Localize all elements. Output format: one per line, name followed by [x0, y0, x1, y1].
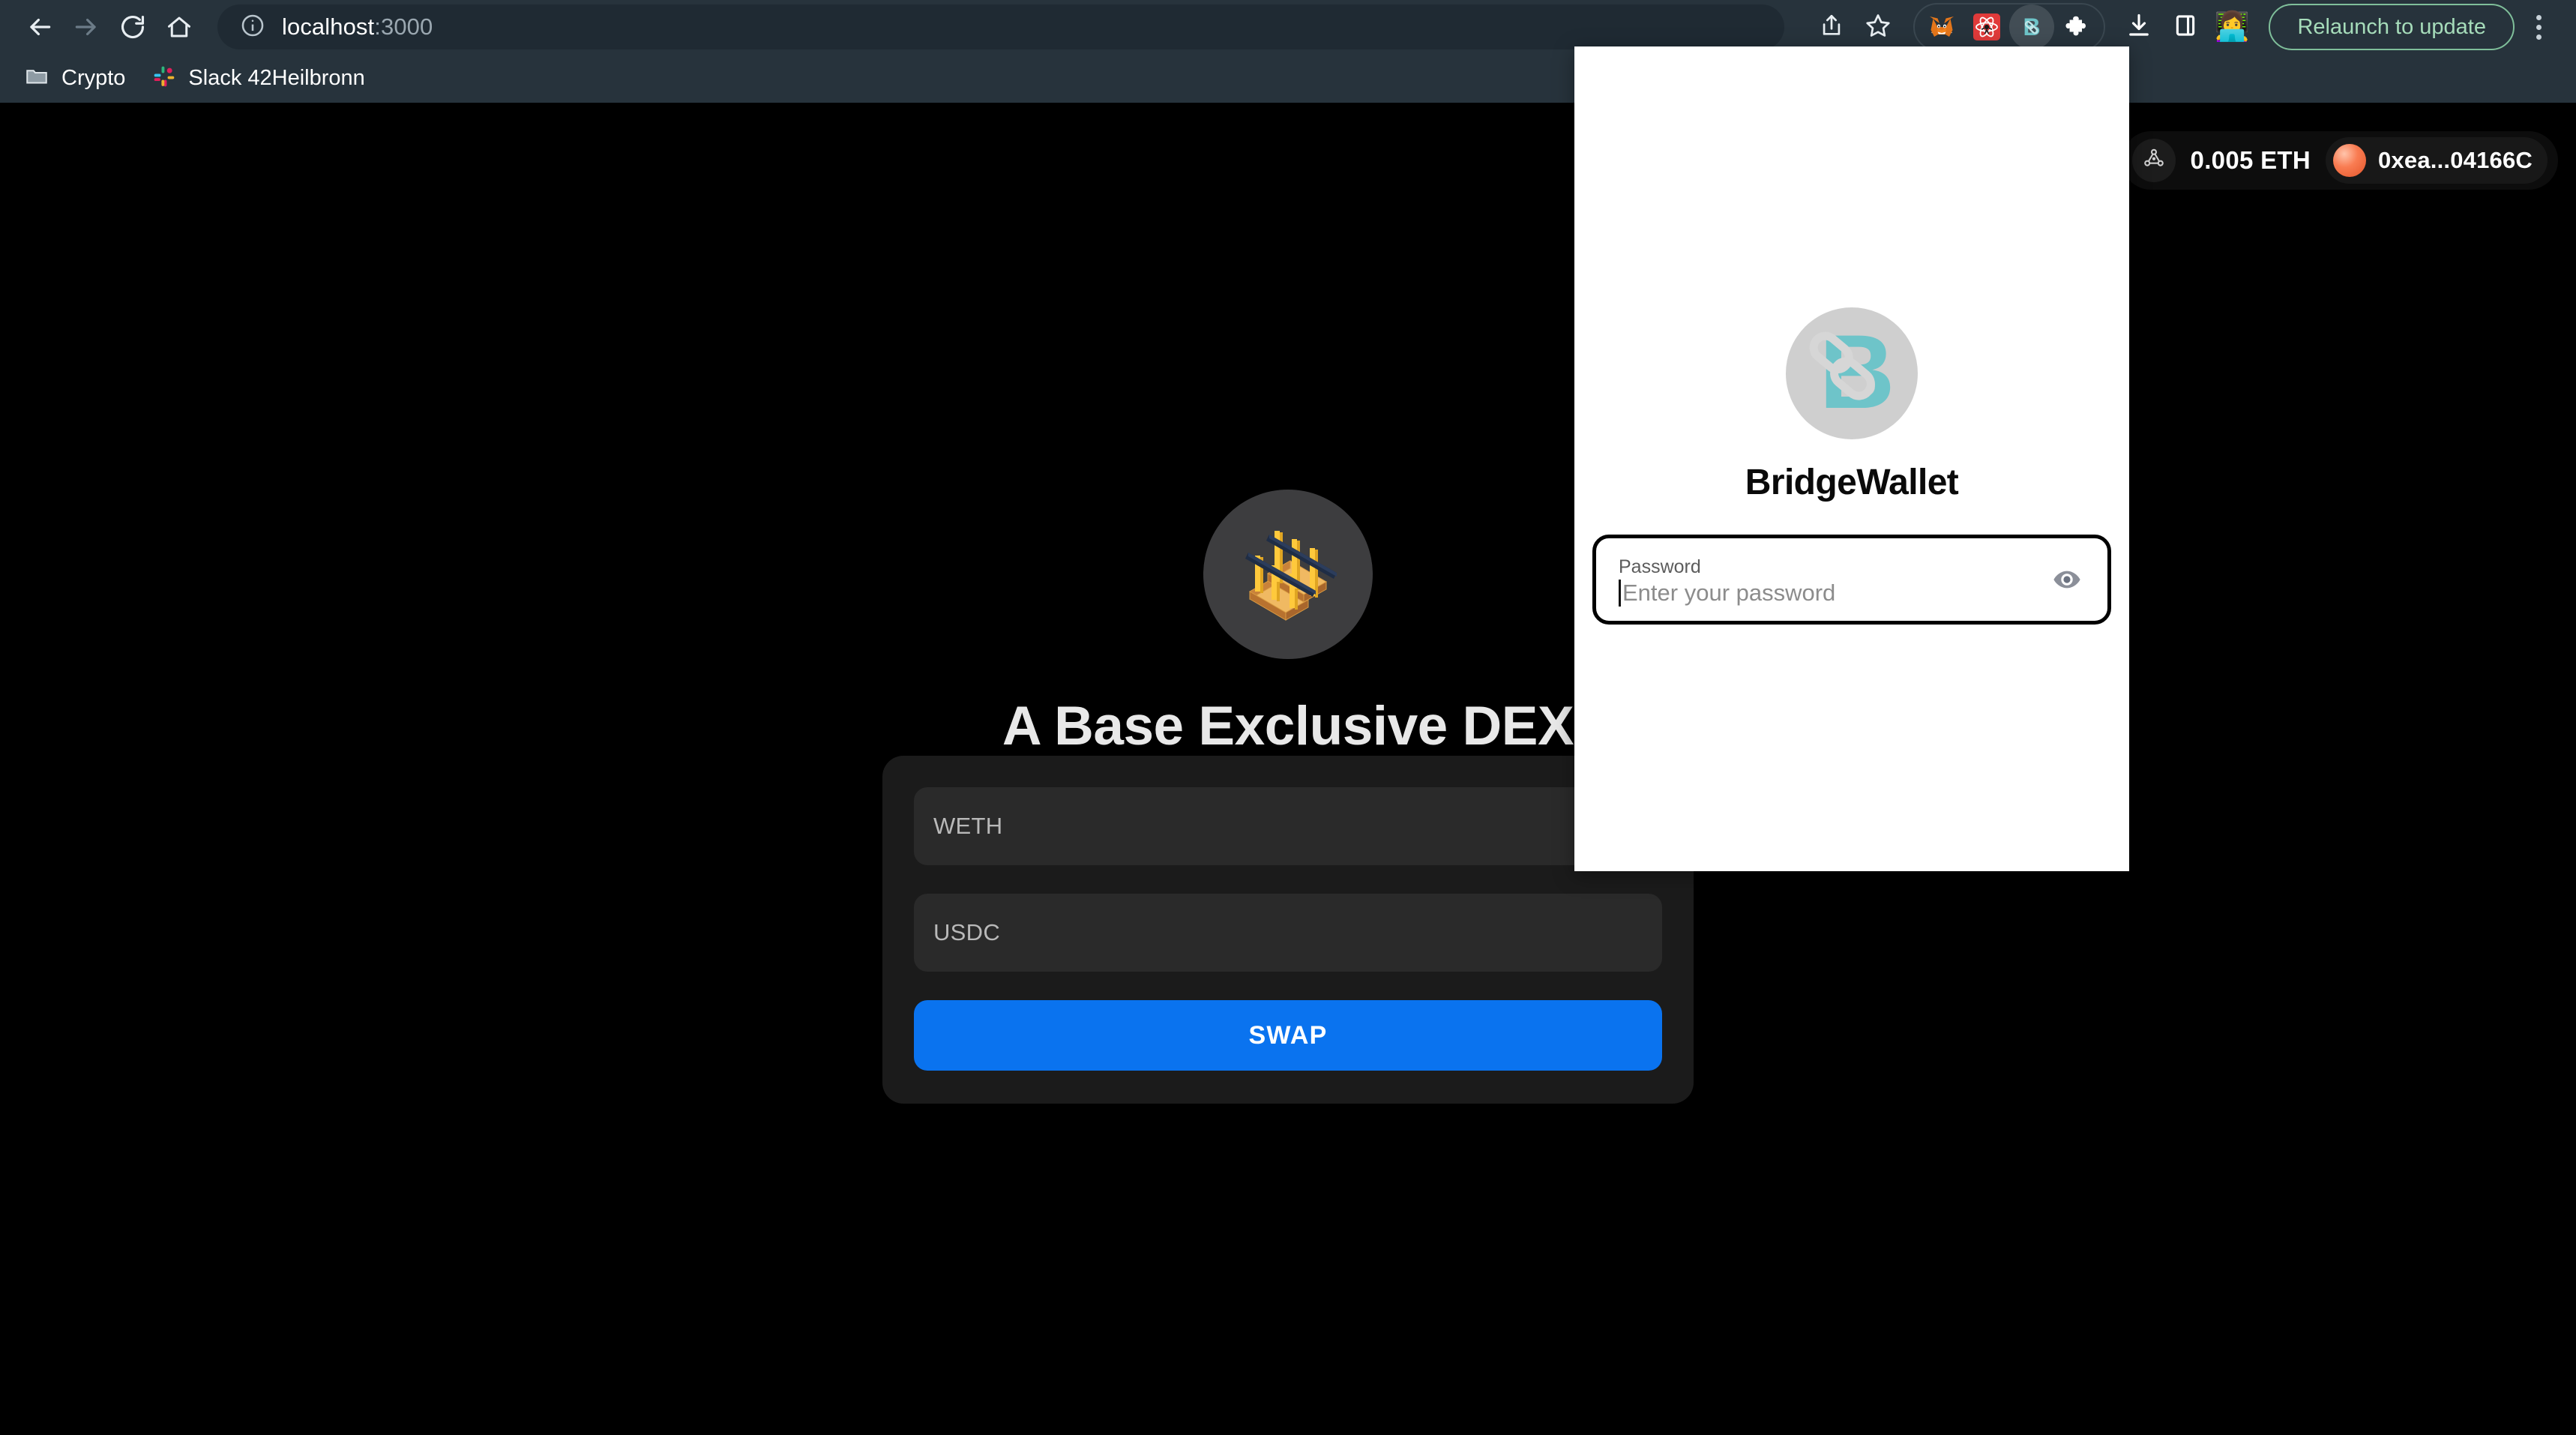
- share-icon: [1819, 13, 1844, 42]
- star-icon: [1865, 12, 1892, 43]
- from-token-field[interactable]: WETH: [914, 787, 1662, 865]
- to-token-label: USDC: [933, 919, 1001, 945]
- swap-button-label: SWAP: [1248, 1020, 1328, 1050]
- three-dot-menu-icon: [2536, 14, 2542, 20]
- bridge-illustration-icon: [1203, 490, 1373, 659]
- address-bar[interactable]: localhost:3000: [217, 4, 1784, 49]
- react-devtools-extension-icon[interactable]: [1964, 4, 2009, 49]
- from-token-label: WETH: [933, 813, 1003, 839]
- forward-arrow-icon: [72, 13, 100, 41]
- password-field[interactable]: Password Enter your password: [1592, 535, 2111, 625]
- side-panel-button[interactable]: [2162, 4, 2209, 50]
- swap-card: WETH USDC SWAP: [882, 756, 1694, 1104]
- forward-button[interactable]: [63, 4, 109, 50]
- wallet-title: BridgeWallet: [1745, 463, 1959, 502]
- three-dot-menu-icon: [2536, 34, 2542, 40]
- site-info-icon[interactable]: [240, 13, 265, 42]
- bookmark-slack-42heilbronn[interactable]: Slack 42Heilbronn: [139, 59, 378, 98]
- relaunch-to-update-button[interactable]: Relaunch to update: [2269, 4, 2515, 50]
- downloads-button[interactable]: [2116, 4, 2162, 50]
- reload-button[interactable]: [109, 4, 156, 50]
- bookmark-label: Slack 42Heilbronn: [188, 66, 365, 90]
- password-input-row: Enter your password: [1619, 580, 2047, 607]
- folder-icon: [24, 64, 49, 93]
- bookmark-button[interactable]: [1855, 4, 1901, 50]
- three-dot-menu-icon: [2536, 24, 2542, 30]
- hero-section: A Base Exclusive DEX: [0, 103, 2576, 757]
- download-icon: [2125, 12, 2152, 43]
- password-input[interactable]: Enter your password: [1622, 580, 1835, 606]
- bridgewallet-extension-icon[interactable]: B: [2009, 4, 2055, 49]
- url-port: :3000: [374, 13, 433, 40]
- bridgewallet-logo-icon: B: [1786, 307, 1918, 439]
- bookmarks-bar: Crypto Slack 42Heilbronn: [0, 54, 2576, 103]
- to-token-field[interactable]: USDC: [914, 894, 1662, 972]
- slack-icon: [152, 64, 176, 92]
- back-arrow-icon: [25, 13, 54, 41]
- side-panel-icon: [2173, 13, 2198, 42]
- password-input-wrapper: Password Enter your password: [1619, 538, 2047, 621]
- profile-avatar-icon: 👩‍💻: [2214, 11, 2251, 43]
- browser-toolbar: localhost:3000: [0, 0, 2576, 54]
- bridgewallet-popup: B BridgeWallet Password Enter your passw…: [1574, 46, 2129, 871]
- dex-page: 0.005 ETH 0xea...04166C A Base Exclusive…: [0, 103, 2576, 1435]
- home-button[interactable]: [156, 4, 202, 50]
- browser-menu-button[interactable]: [2518, 4, 2560, 50]
- metamask-extension-icon[interactable]: [1919, 4, 1964, 49]
- back-button[interactable]: [16, 4, 63, 50]
- page-title: A Base Exclusive DEX: [1002, 696, 1574, 756]
- extensions-puzzle-icon[interactable]: [2054, 4, 2099, 49]
- extensions-group: B: [1913, 3, 2106, 51]
- eye-icon[interactable]: [2047, 560, 2086, 599]
- bookmark-label: Crypto: [61, 66, 126, 90]
- swap-button[interactable]: SWAP: [914, 1000, 1662, 1071]
- share-button[interactable]: [1808, 4, 1855, 50]
- profile-button[interactable]: 👩‍💻: [2209, 4, 2255, 50]
- url-host: localhost: [282, 13, 375, 40]
- bookmark-crypto[interactable]: Crypto: [10, 59, 139, 98]
- home-icon: [166, 13, 193, 40]
- relaunch-label: Relaunch to update: [2297, 14, 2486, 39]
- address-bar-text: localhost:3000: [282, 13, 433, 40]
- text-caret: [1619, 580, 1621, 607]
- reload-icon: [118, 13, 147, 41]
- password-label: Password: [1619, 556, 1701, 577]
- browser-chrome: localhost:3000: [0, 0, 2576, 103]
